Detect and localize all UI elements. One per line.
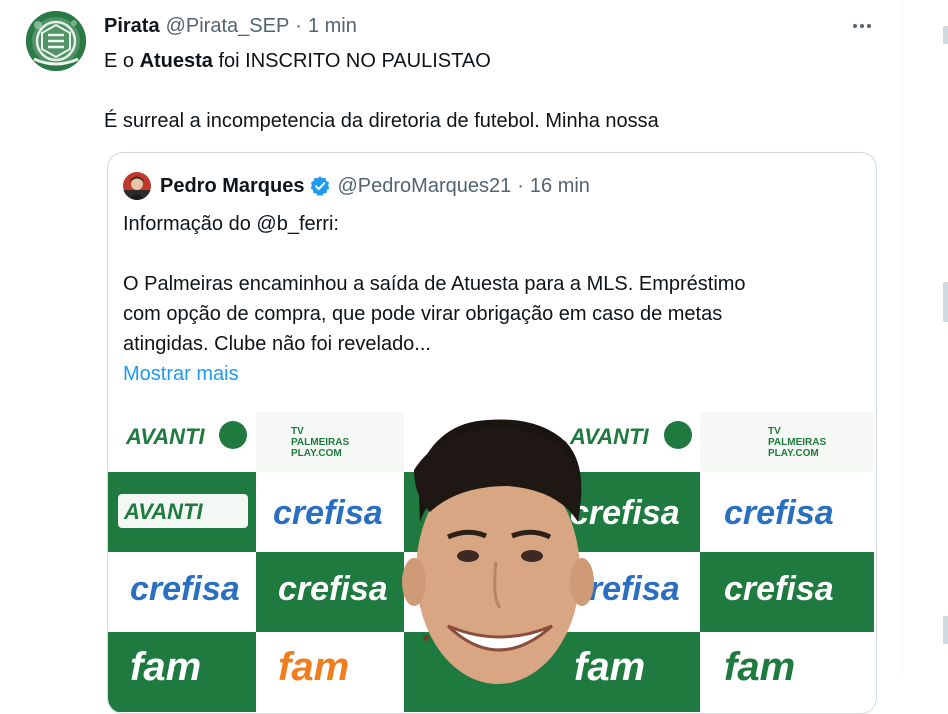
quoted-author-name[interactable]: Pedro Marques: [160, 175, 304, 198]
palmeiras-crest-icon: [26, 11, 86, 71]
fam-logo: fam: [130, 645, 201, 689]
crefisa-logo: crefisa: [724, 494, 834, 532]
separator-dot: ·: [517, 174, 524, 197]
quoted-tweet-header: Pedro Marques @PedroMarques21 · 16 min: [123, 172, 590, 200]
right-column-edge-mark: [943, 616, 948, 644]
verified-badge-icon: [311, 176, 330, 196]
quoted-text-line: Mostrar mais: [123, 359, 863, 389]
fam-logo: fam: [278, 645, 349, 689]
quoted-author-avatar[interactable]: [123, 172, 151, 200]
tweet-text-segment: foi INSCRITO NO PAULISTAO: [212, 50, 491, 72]
right-column-edge-mark: [943, 282, 948, 322]
quoted-tweet-text: Informação do @b_ferri: O Palmeiras enca…: [123, 209, 863, 389]
more-options-button[interactable]: [848, 14, 876, 38]
author-handle[interactable]: @Pirata_SEP: [166, 15, 290, 38]
quoted-text-line: com opção de compra, que pode virar obri…: [123, 303, 723, 325]
tweet-header: Pirata @Pirata_SEP · 1 min: [104, 13, 357, 39]
author-name[interactable]: Pirata: [104, 15, 160, 38]
palmeiras-play-label: PALMEIRAS: [768, 437, 826, 448]
crefisa-logo: crefisa: [130, 570, 240, 608]
crefisa-logo: crefisa: [273, 494, 383, 532]
quoted-tweet-timestamp[interactable]: 16 min: [530, 175, 590, 198]
quoted-text-spacer: [123, 239, 863, 269]
quoted-author-handle[interactable]: @PedroMarques21: [337, 175, 511, 198]
separator-dot: ·: [295, 14, 302, 37]
avanti-logo: AVANTI: [123, 499, 204, 524]
fam-logo: fam: [574, 645, 645, 689]
quoted-text-line: O Palmeiras encaminhou a saída de Atuest…: [123, 273, 746, 295]
palmeiras-crest-icon: [219, 421, 247, 449]
person-avatar-icon: [123, 172, 151, 200]
fam-logo: fam: [724, 645, 795, 689]
avanti-logo: AVANTI: [569, 424, 650, 449]
tweet-text-line: É surreal a incompetencia da diretoria d…: [104, 110, 659, 132]
right-column: [903, 0, 948, 675]
tweet-text-bold: Atuesta: [139, 50, 213, 72]
crefisa-logo: crefisa: [724, 570, 834, 608]
palmeiras-play-label: PALMEIRAS: [291, 437, 349, 448]
tweet-text: E o Atuesta foi INSCRITO NO PAULISTAO É …: [104, 46, 884, 136]
quoted-tweet-card[interactable]: Pedro Marques @PedroMarques21 · 16 min I…: [107, 152, 877, 714]
press-backdrop-photo: AVANTI TV PALMEIRAS PLAY.COM AVANTI TV P…: [108, 412, 874, 712]
crefisa-logo: crefisa: [278, 570, 388, 608]
more-icon: [853, 24, 857, 28]
show-more-link[interactable]: Mostrar mais: [123, 363, 239, 385]
palmeiras-play-sub-label: PLAY.COM: [291, 448, 342, 459]
palmeiras-play-sub-label: PLAY.COM: [768, 448, 819, 459]
tweet-text-line: E o Atuesta foi INSCRITO NO PAULISTAO: [104, 46, 884, 76]
tweet-text-spacer: [104, 76, 884, 106]
more-icon: [867, 24, 871, 28]
quoted-text-line: Informação do @b_ferri:: [123, 213, 339, 235]
avanti-logo: AVANTI: [125, 424, 206, 449]
right-column-edge-mark: [943, 26, 948, 44]
palmeiras-play-tv-label: TV: [291, 426, 304, 437]
quoted-media-image[interactable]: AVANTI TV PALMEIRAS PLAY.COM AVANTI TV P…: [108, 412, 874, 712]
palmeiras-crest-icon: [664, 421, 692, 449]
tweet-timestamp[interactable]: 1 min: [308, 15, 357, 38]
author-avatar[interactable]: [26, 11, 86, 71]
tweet-text-segment: E o: [104, 50, 140, 72]
palmeiras-play-tv-label: TV: [768, 426, 781, 437]
more-icon: [860, 24, 864, 28]
quoted-text-line: atingidas. Clube não foi revelado...: [123, 333, 431, 355]
crefisa-logo: crefisa: [570, 494, 680, 532]
